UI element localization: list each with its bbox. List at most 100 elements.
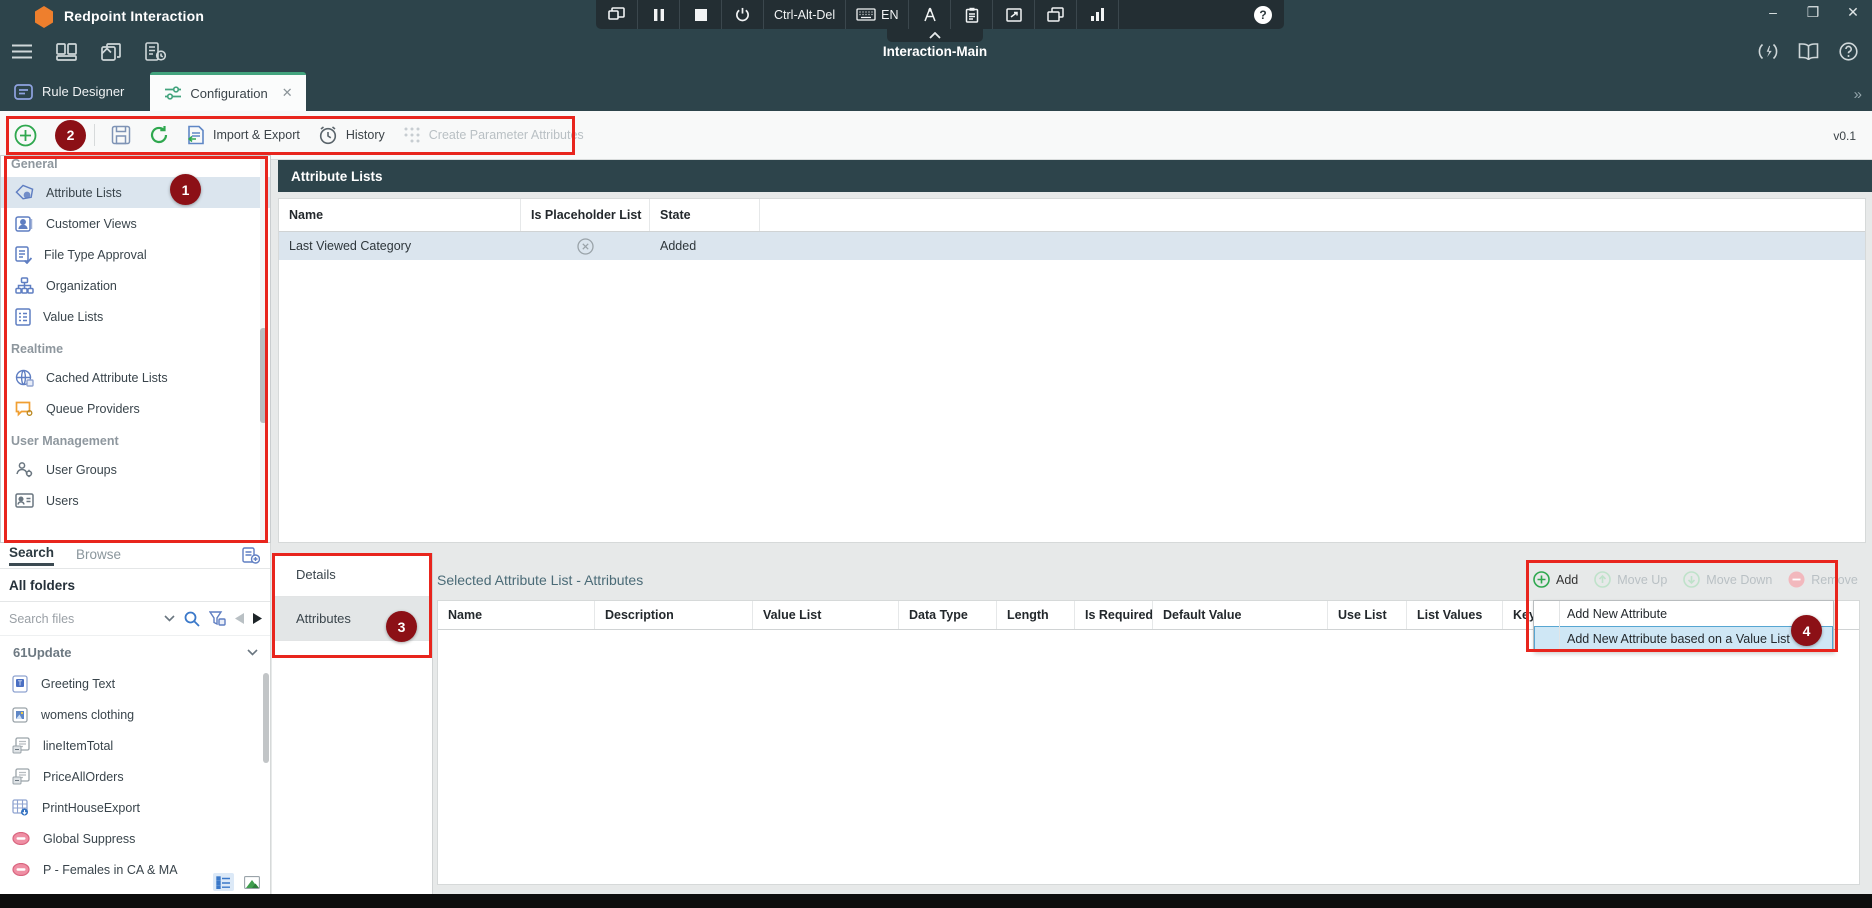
clipboard-icon[interactable]	[951, 0, 993, 29]
sidebar-scrollbar[interactable]	[260, 156, 267, 542]
ctrl-alt-del-button[interactable]: Ctrl-Alt-Del	[764, 0, 846, 29]
add-label: Add	[1556, 573, 1578, 587]
stop-icon[interactable]	[680, 0, 722, 29]
sidebar-item-file-type-approval[interactable]: File Type Approval	[1, 239, 270, 270]
file-item-global-suppress[interactable]: Global Suppress	[0, 823, 270, 854]
queue-providers-icon	[15, 400, 34, 417]
toolbar-divider	[94, 124, 95, 146]
close-button[interactable]: ✕	[1844, 4, 1862, 21]
create-parameter-attributes-button[interactable]: Create Parameter Attributes	[403, 126, 584, 144]
vm-bar-collapse-chip[interactable]	[887, 29, 983, 42]
history-button[interactable]: History	[318, 125, 385, 145]
import-export-button[interactable]: Import & Export	[187, 125, 300, 145]
sidebar-item-attribute-lists[interactable]: Attribute Lists	[1, 177, 270, 208]
file-item-priceallorders[interactable]: PriceAllOrders	[0, 761, 270, 792]
history-label: History	[346, 128, 385, 142]
menu-item-add-new-attribute[interactable]: Add New Attribute	[1534, 601, 1833, 626]
book-icon[interactable]	[1798, 43, 1819, 60]
prev-triangle-icon[interactable]	[235, 613, 244, 624]
sidebar-section-user-management: User Management	[1, 424, 270, 454]
menu-item-add-new-attribute-value-list[interactable]: Add New Attribute based on a Value List	[1534, 626, 1833, 651]
chevron-down-icon[interactable]	[164, 615, 175, 622]
move-down-button[interactable]: Move Down	[1683, 571, 1772, 588]
close-icon[interactable]: ✕	[282, 85, 293, 101]
fit-screen-icon[interactable]	[993, 0, 1035, 29]
pages-icon[interactable]	[101, 43, 121, 61]
layout-icon[interactable]	[56, 43, 77, 61]
menu-item-label: Add New Attribute	[1567, 607, 1667, 621]
users-icon	[15, 493, 34, 508]
sidebar-item-users[interactable]: Users	[1, 485, 270, 516]
sidebar-item-cached-attribute-lists[interactable]: Cached Attribute Lists	[1, 362, 270, 393]
file-type-approval-icon	[15, 246, 32, 264]
next-triangle-icon[interactable]	[253, 613, 262, 624]
add-attribute-button[interactable]: Add	[1533, 571, 1578, 588]
browser-tabs: Search Browse	[0, 543, 270, 569]
minimize-button[interactable]: –	[1764, 4, 1782, 21]
thumbnail-view-icon[interactable]	[241, 873, 262, 891]
new-file-icon[interactable]	[242, 546, 260, 564]
customer-views-icon	[15, 216, 34, 232]
save-button[interactable]	[111, 125, 131, 145]
tab-overflow-chevrons[interactable]: »	[1854, 86, 1860, 103]
refresh-button[interactable]	[149, 125, 169, 145]
search-files-input[interactable]	[9, 612, 155, 626]
column-header-state: State	[650, 199, 760, 231]
file-item-lineitemtotal[interactable]: lineItemTotal	[0, 730, 270, 761]
add-button[interactable]	[14, 124, 37, 147]
sidebar-item-value-lists[interactable]: Value Lists	[1, 301, 270, 332]
tab-search[interactable]: Search	[9, 545, 54, 566]
column-header-name: Name	[438, 601, 595, 629]
remove-button[interactable]: Remove	[1788, 571, 1858, 588]
suppress-file-icon	[12, 832, 30, 845]
windows-icon[interactable]	[1035, 0, 1077, 29]
tab-rule-designer[interactable]: Rule Designer	[0, 72, 150, 111]
monitor-icon[interactable]	[596, 0, 638, 29]
circle-x-icon	[577, 238, 594, 255]
remove-label: Remove	[1811, 573, 1858, 587]
vm-help-button[interactable]: ?	[1242, 0, 1284, 29]
power-icon[interactable]	[722, 0, 764, 29]
image-file-icon	[12, 707, 28, 723]
sidebar-scrollbar-thumb[interactable]	[260, 328, 267, 423]
restore-button[interactable]: ❐	[1804, 4, 1822, 21]
suppress-file-icon	[12, 863, 30, 876]
file-item-label: Global Suppress	[43, 832, 135, 846]
help-circle-icon[interactable]	[1839, 42, 1858, 61]
column-header-default-value: Default Value	[1153, 601, 1328, 629]
connection-signal-icon[interactable]	[1077, 0, 1119, 29]
search-icon[interactable]	[184, 611, 200, 627]
folder-group-61update[interactable]: 61Update	[0, 636, 270, 668]
filter-icon[interactable]	[209, 611, 226, 626]
import-export-icon	[187, 125, 205, 145]
sidebar-item-user-groups[interactable]: User Groups	[1, 454, 270, 485]
file-item-greeting-text[interactable]: T Greeting Text	[0, 668, 270, 699]
pause-icon[interactable]	[638, 0, 680, 29]
move-down-icon	[1683, 571, 1700, 588]
sidebar-item-customer-views[interactable]: Customer Views	[1, 208, 270, 239]
file-item-womens-clothing[interactable]: womens clothing	[0, 699, 270, 730]
file-browser-panel: Search Browse All folders 61Update T Gre…	[0, 543, 271, 895]
table-row-last-viewed-category[interactable]: Last Viewed Category Added	[279, 232, 1865, 260]
file-list-scrollbar-thumb[interactable]	[263, 673, 269, 763]
keyboard-layout-button[interactable]: EN	[846, 0, 909, 29]
sidebar-item-queue-providers[interactable]: Queue Providers	[1, 393, 270, 424]
keys-icon[interactable]	[909, 0, 951, 29]
document-clock-icon[interactable]	[145, 42, 166, 61]
menu-icon[interactable]	[12, 44, 32, 59]
move-up-button[interactable]: Move Up	[1594, 571, 1667, 588]
sidebar-item-organization[interactable]: Organization	[1, 270, 270, 301]
svg-text:T: T	[18, 680, 23, 687]
file-item-printhouseexport[interactable]: PrintHouseExport	[0, 792, 270, 823]
sidebar-section-realtime: Realtime	[1, 332, 270, 362]
menu-gutter-line	[1559, 626, 1560, 651]
tab-label: Configuration	[190, 86, 267, 101]
row-state-cell: Added	[650, 239, 760, 253]
list-view-icon[interactable]	[213, 873, 234, 891]
column-header-spacer	[760, 199, 1865, 231]
tab-browse[interactable]: Browse	[76, 547, 121, 565]
tab-details[interactable]: Details	[272, 553, 432, 597]
vm-control-bar: Ctrl-Alt-Del EN	[596, 0, 1284, 29]
sync-icon[interactable]	[1758, 42, 1778, 61]
tab-configuration[interactable]: Configuration ✕	[150, 72, 306, 111]
